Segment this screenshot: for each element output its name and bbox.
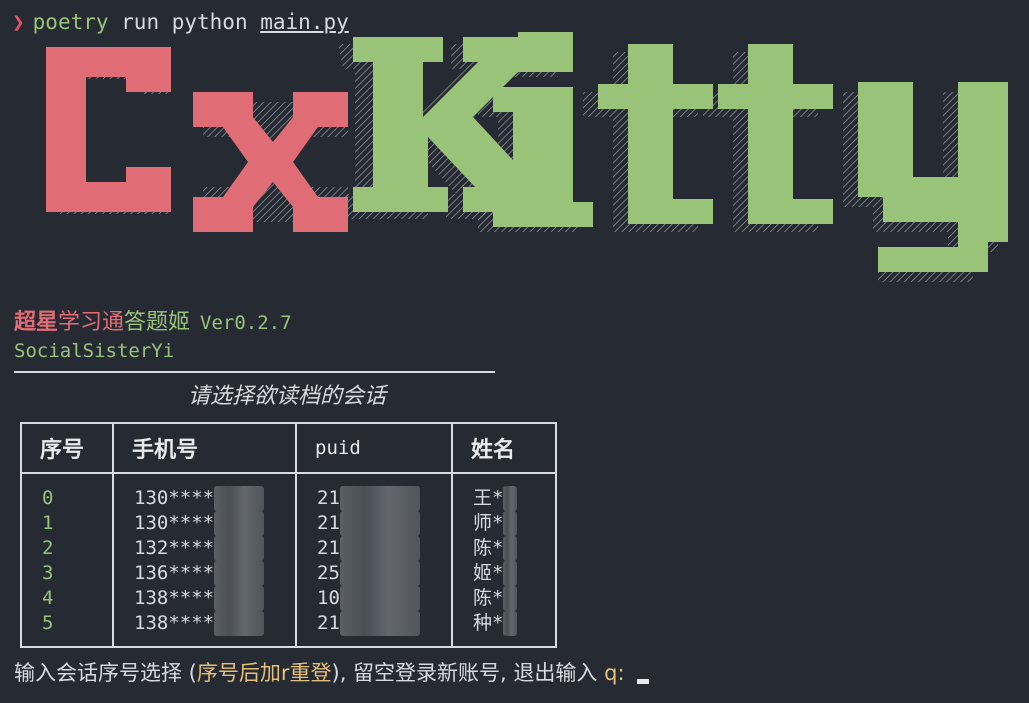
row-name: 陈*x: [473, 586, 535, 611]
redacted-blur: x: [503, 536, 518, 561]
row-puid: 21x: [317, 536, 431, 561]
redacted-blur: x: [339, 561, 420, 586]
redacted-blur: x: [214, 611, 265, 636]
header-puid: puid: [295, 422, 453, 474]
row-index: 1: [42, 512, 54, 534]
phone-column: 130****x 130****x 132****x 136****x 138*…: [112, 473, 297, 647]
command-poetry: poetry: [32, 10, 109, 34]
redacted-blur: x: [503, 586, 518, 611]
puid-text: 21: [317, 537, 340, 559]
app-version: Ver0.2.7: [200, 312, 292, 334]
name-text: 师*: [473, 512, 504, 534]
table-caption: 请选择欲读档的会话: [187, 384, 386, 409]
redacted-blur: x: [214, 511, 265, 536]
header-phone: 手机号: [112, 422, 297, 474]
redacted-blur: x: [214, 486, 265, 511]
title-chaoxing: 超星: [14, 310, 59, 335]
cxkitty-ascii-banner: [46, 32, 1008, 282]
row-name: 姬*x: [473, 561, 535, 586]
banner-cx: [46, 47, 348, 232]
input-prefix: 输入会话序号选择 (: [14, 661, 197, 685]
row-puid: 25x: [317, 561, 431, 586]
redacted-blur: x: [339, 536, 420, 561]
puid-column: 21x 21x 21x 25x 10x 21x: [295, 473, 453, 647]
redacted-blur: x: [503, 511, 518, 536]
input-hint-relogin: 序号后加r重登: [196, 661, 332, 685]
name-text: 陈*: [473, 587, 504, 609]
command-file: main.py: [260, 10, 349, 34]
row-index: 4: [42, 587, 54, 609]
header-index: 序号: [20, 422, 114, 474]
name-text: 王*: [473, 487, 504, 509]
phone-text: 132****: [134, 537, 215, 559]
row-name: 陈*x: [473, 536, 535, 561]
title-xuexitong: 学习通: [58, 310, 125, 335]
phone-text: 138****: [134, 612, 215, 634]
redacted-blur: x: [214, 561, 265, 586]
puid-text: 21: [317, 512, 340, 534]
phone-text: 136****: [134, 562, 215, 584]
title-dati: 答题姬: [124, 310, 191, 335]
command-args: run python: [108, 10, 261, 34]
row-puid: 10x: [317, 586, 431, 611]
row-puid: 21x: [317, 486, 431, 511]
text-cursor[interactable]: [637, 679, 650, 684]
row-index: 5: [42, 612, 54, 634]
redacted-blur: x: [503, 561, 518, 586]
phone-text: 138****: [134, 587, 215, 609]
phone-text: 130****: [134, 487, 215, 509]
input-middle: ), 留空登录新账号, 退出输入: [331, 661, 605, 685]
app-info: 超星学习通答题姬 Ver0.2.7 SocialSisterYi: [14, 308, 292, 364]
puid-text: 10: [317, 587, 340, 609]
terminal-window: ❯ poetry run python main.py 超星学习通答题姬 Ver…: [0, 0, 1029, 703]
input-prompt[interactable]: 输入会话序号选择 (序号后加r重登), 留空登录新账号, 退出输入 q:: [14, 658, 650, 688]
session-table: 序号 手机号 puid 姓名 0 1 2 3 4 5 130****x 130*…: [20, 422, 557, 648]
name-column: 王*x 师*x 陈*x 姬*x 陈*x 种*x: [451, 473, 557, 647]
row-puid: 21x: [317, 611, 431, 636]
redacted-blur: x: [503, 611, 518, 636]
row-index: 3: [42, 562, 54, 584]
input-suffix: :: [617, 661, 632, 685]
row-phone: 130****x: [134, 486, 275, 511]
header-name: 姓名: [451, 422, 557, 474]
redacted-blur: x: [214, 586, 265, 611]
redacted-blur: x: [339, 486, 420, 511]
puid-text: 21: [317, 487, 340, 509]
input-quit-key: q: [604, 661, 618, 685]
row-phone: 132****x: [134, 536, 275, 561]
index-column: 0 1 2 3 4 5: [20, 473, 114, 647]
redacted-blur: x: [339, 586, 420, 611]
redacted-blur: x: [339, 611, 420, 636]
table-header-row: 序号 手机号 puid 姓名: [20, 422, 557, 474]
name-text: 姬*: [473, 562, 504, 584]
row-name: 师*x: [473, 511, 535, 536]
row-phone: 130****x: [134, 511, 275, 536]
row-phone: 138****x: [134, 611, 275, 636]
phone-text: 130****: [134, 512, 215, 534]
name-text: 陈*: [473, 537, 504, 559]
prompt-chevron-icon: ❯: [12, 10, 25, 34]
app-author: SocialSisterYi: [14, 340, 175, 362]
row-phone: 138****x: [134, 586, 275, 611]
divider: [14, 371, 495, 373]
row-index: 2: [42, 537, 54, 559]
row-name: 种*x: [473, 611, 535, 636]
row-phone: 136****x: [134, 561, 275, 586]
row-puid: 21x: [317, 511, 431, 536]
row-index: 0: [42, 487, 54, 509]
table-body-row: 0 1 2 3 4 5 130****x 130****x 132****x 1…: [20, 473, 557, 647]
app-title: 超星学习通答题姬 Ver0.2.7: [14, 308, 292, 338]
name-text: 种*: [473, 612, 504, 634]
redacted-blur: x: [339, 511, 420, 536]
puid-text: 25: [317, 562, 340, 584]
puid-text: 21: [317, 612, 340, 634]
redacted-blur: x: [503, 486, 518, 511]
redacted-blur: x: [214, 536, 265, 561]
row-name: 王*x: [473, 486, 535, 511]
